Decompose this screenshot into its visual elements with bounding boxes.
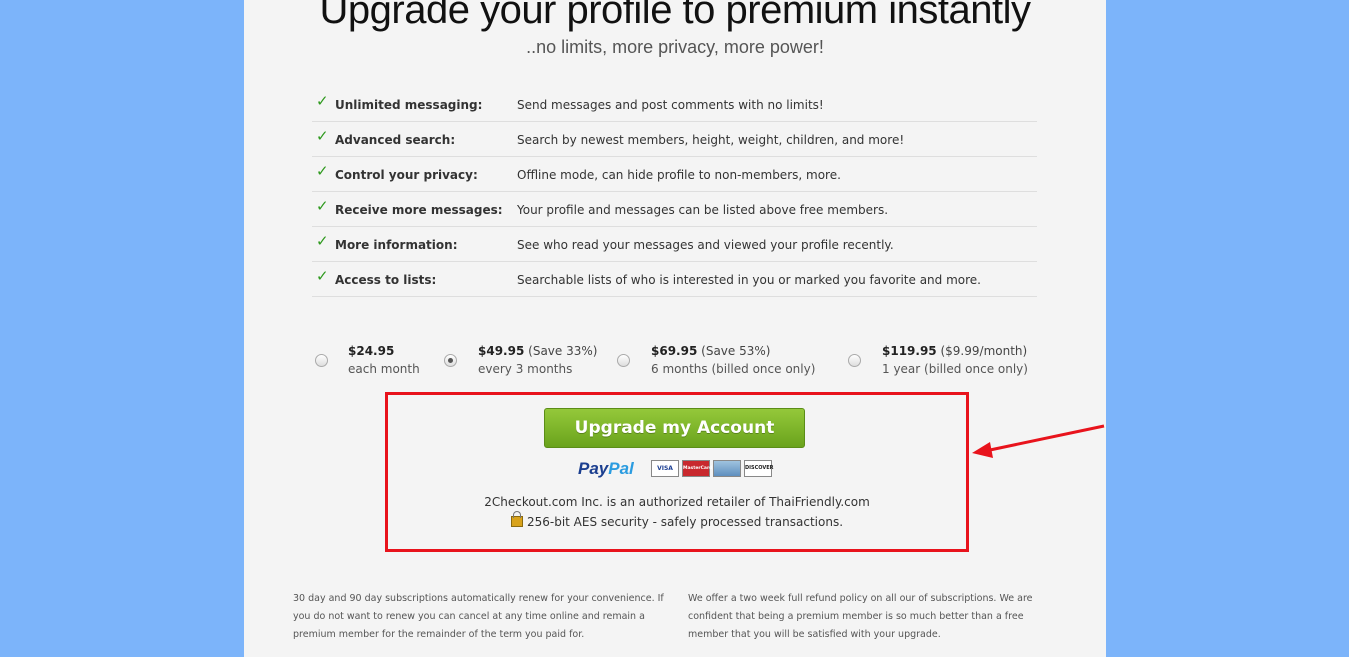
- feature-row: ✓ More information: See who read your me…: [312, 227, 1037, 262]
- retailer-notice: 2Checkout.com Inc. is an authorized reta…: [484, 495, 870, 509]
- plan-option[interactable]: $119.95 ($9.99/month) 1 year (billed onc…: [882, 344, 1028, 376]
- visa-card-icon: VISA: [651, 460, 679, 477]
- security-notice: 256-bit AES security - safely processed …: [385, 511, 969, 529]
- plan-term: 6 months (billed once only): [651, 362, 816, 376]
- feature-description: Your profile and messages can be listed …: [517, 203, 889, 217]
- plan-radio-1-year[interactable]: [848, 354, 861, 367]
- renewal-notice: 30 day and 90 day subscriptions automati…: [293, 593, 664, 640]
- plan-price: $24.95: [348, 344, 395, 358]
- lock-icon: [510, 511, 523, 527]
- plan-radio-6-months[interactable]: [617, 354, 630, 367]
- plan-option[interactable]: $24.95 each month: [348, 344, 420, 376]
- discover-card-icon: DISCOVER: [744, 460, 774, 477]
- feature-description: Offline mode, can hide profile to non-me…: [517, 168, 841, 182]
- feature-name: Advanced search:: [335, 133, 456, 147]
- mastercard-icon: MasterCard: [682, 460, 712, 477]
- plan-radio-1-month[interactable]: [315, 354, 328, 367]
- upgrade-account-button[interactable]: Upgrade my Account: [544, 408, 805, 448]
- feature-name: Receive more messages:: [335, 203, 503, 217]
- plan-savings: (Save 33%): [528, 344, 598, 358]
- content-panel: Upgrade your profile to premium instantl…: [244, 0, 1106, 657]
- checkmark-icon: ✓: [316, 197, 329, 215]
- annotation-arrow-icon: [972, 424, 1105, 458]
- feature-name: Unlimited messaging:: [335, 98, 483, 112]
- checkmark-icon: ✓: [316, 162, 329, 180]
- checkmark-icon: ✓: [316, 267, 329, 285]
- plan-option[interactable]: $49.95 (Save 33%) every 3 months: [478, 344, 597, 376]
- feature-row: ✓ Receive more messages: Your profile an…: [312, 192, 1037, 227]
- page-title: Upgrade your profile to premium instantl…: [319, 0, 1031, 32]
- plan-term: 1 year (billed once only): [882, 362, 1028, 376]
- feature-description: Send messages and post comments with no …: [517, 98, 824, 112]
- checkmark-icon: ✓: [316, 92, 329, 110]
- checkmark-icon: ✓: [316, 232, 329, 250]
- plan-price: $119.95: [882, 344, 937, 358]
- refund-notice: We offer a two week full refund policy o…: [688, 593, 1033, 640]
- plan-option[interactable]: $69.95 (Save 53%) 6 months (billed once …: [651, 344, 815, 376]
- feature-row: ✓ Advanced search: Search by newest memb…: [312, 122, 1037, 157]
- security-text: 256-bit AES security - safely processed …: [526, 515, 844, 529]
- feature-row: ✓ Access to lists: Searchable lists of w…: [312, 262, 1037, 297]
- feature-name: Control your privacy:: [335, 168, 478, 182]
- plan-monthly-rate: ($9.99/month): [940, 344, 1028, 358]
- paypal-logo: PayPal: [578, 459, 634, 478]
- feature-row: ✓ Unlimited messaging: Send messages and…: [312, 87, 1037, 122]
- feature-list: ✓ Unlimited messaging: Send messages and…: [312, 87, 1037, 297]
- feature-row: ✓ Control your privacy: Offline mode, ca…: [312, 157, 1037, 192]
- plan-term: each month: [348, 362, 420, 376]
- feature-description: Search by newest members, height, weight…: [517, 133, 905, 147]
- feature-name: More information:: [335, 238, 458, 252]
- plan-term: every 3 months: [478, 362, 573, 376]
- amex-card-icon: [713, 460, 741, 477]
- plan-radio-3-months[interactable]: [444, 354, 457, 367]
- feature-name: Access to lists:: [335, 273, 437, 287]
- feature-description: Searchable lists of who is interested in…: [517, 273, 981, 287]
- checkmark-icon: ✓: [316, 127, 329, 145]
- feature-description: See who read your messages and viewed yo…: [517, 238, 894, 252]
- plan-savings: (Save 53%): [701, 344, 771, 358]
- page-subtitle: ..no limits, more privacy, more power!: [526, 37, 824, 57]
- plan-price: $69.95: [651, 344, 698, 358]
- plan-price: $49.95: [478, 344, 525, 358]
